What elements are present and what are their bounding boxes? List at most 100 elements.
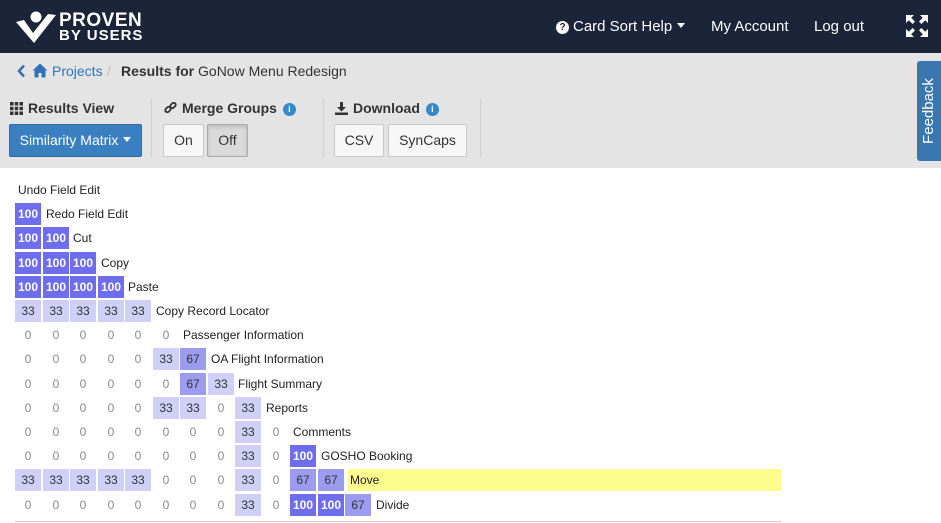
matrix-row-label[interactable]: OA Flight Information xyxy=(211,348,324,370)
matrix-row-label[interactable]: Copy Record Locator xyxy=(156,300,269,322)
matrix-cell: 33 xyxy=(15,469,41,491)
matrix-cell: 0 xyxy=(134,352,142,366)
matrix-cell: 67 xyxy=(180,348,206,370)
matrix-bottom-border xyxy=(15,521,781,522)
matrix-row-label[interactable]: Cut xyxy=(73,227,92,249)
matrix-cell: 0 xyxy=(272,425,280,439)
matrix-cell: 100 xyxy=(43,227,69,249)
matrix-cell: 0 xyxy=(189,473,197,487)
matrix-cell: 33 xyxy=(208,373,234,395)
merge-on-button[interactable]: On xyxy=(163,124,204,157)
matrix-row-label[interactable]: Copy xyxy=(101,252,129,274)
matrix-cell: 33 xyxy=(43,469,69,491)
download-csv-button[interactable]: CSV xyxy=(334,124,384,157)
home-icon[interactable] xyxy=(32,63,48,78)
matrix-cell: 67 xyxy=(345,494,371,516)
toolbar-divider xyxy=(480,99,481,157)
matrix-cell: 0 xyxy=(189,498,197,512)
matrix-cell: 33 xyxy=(43,300,69,322)
matrix-cell: 33 xyxy=(125,300,151,322)
matrix-cell: 0 xyxy=(79,498,87,512)
matrix-cell: 0 xyxy=(162,473,170,487)
info-icon[interactable]: i xyxy=(282,103,296,116)
matrix-cell: 100 xyxy=(15,252,41,274)
matrix-cell: 0 xyxy=(162,328,170,342)
matrix-cell: 0 xyxy=(79,449,87,463)
link-icon xyxy=(164,101,177,114)
matrix-cell: 100 xyxy=(43,276,69,298)
matrix-cell: 0 xyxy=(134,328,142,342)
download-heading: Download i xyxy=(335,100,439,116)
matrix-cell: 33 xyxy=(153,397,179,419)
merge-groups-label: Merge Groups xyxy=(182,100,277,116)
top-nav-bar: PROVEN BY USERS ? Card Sort Help My Accou… xyxy=(0,0,941,53)
download-syncaps-button[interactable]: SynCaps xyxy=(388,124,467,157)
matrix-cell: 0 xyxy=(162,449,170,463)
matrix-row-label[interactable]: GOSHO Booking xyxy=(321,445,412,467)
matrix-cell: 100 xyxy=(98,276,124,298)
breadcrumb-projects-link[interactable]: Projects xyxy=(52,63,103,79)
my-account-link[interactable]: My Account xyxy=(711,17,789,37)
matrix-cell: 0 xyxy=(134,425,142,439)
matrix-cell: 100 xyxy=(290,494,316,516)
info-icon[interactable]: i xyxy=(425,103,439,116)
results-for-label: Results for xyxy=(121,63,195,79)
matrix-cell: 33 xyxy=(153,348,179,370)
expand-icon[interactable] xyxy=(905,14,929,38)
matrix-cell: 33 xyxy=(180,397,206,419)
logo[interactable]: PROVEN BY USERS xyxy=(14,10,164,44)
matrix-cell: 0 xyxy=(79,401,87,415)
matrix-row-label[interactable]: Move xyxy=(348,469,781,491)
matrix-cell: 33 xyxy=(70,469,96,491)
matrix-row-label[interactable]: Passenger Information xyxy=(183,324,304,346)
card-sort-help-label: Card Sort Help xyxy=(573,18,673,35)
matrix-row-label[interactable]: Comments xyxy=(293,421,351,443)
matrix-cell: 0 xyxy=(217,473,225,487)
matrix-row-label[interactable]: Reports xyxy=(266,397,308,419)
matrix-cell: 33 xyxy=(235,494,261,516)
matrix-cell: 0 xyxy=(107,425,115,439)
matrix-cell: 0 xyxy=(134,401,142,415)
log-out-link[interactable]: Log out xyxy=(814,17,864,37)
matrix-cell: 0 xyxy=(107,498,115,512)
matrix-cell: 0 xyxy=(107,377,115,391)
feedback-tab[interactable]: Feedback xyxy=(917,61,941,161)
chevron-left-icon[interactable] xyxy=(16,64,26,78)
matrix-row-label[interactable]: Paste xyxy=(128,276,159,298)
matrix-cell: 0 xyxy=(24,425,32,439)
matrix-row-label[interactable]: Undo Field Edit xyxy=(18,179,100,201)
similarity-matrix: Undo Field Edit 100 Redo Field Edit 100 100 C… xyxy=(0,168,941,523)
matrix-cell: 0 xyxy=(217,449,225,463)
results-view-label: Results View xyxy=(28,100,115,116)
breadcrumb-separator: / xyxy=(107,63,111,79)
matrix-cell: 33 xyxy=(98,300,124,322)
matrix-cell: 100 xyxy=(318,494,344,516)
matrix-row-label[interactable]: Flight Summary xyxy=(238,373,322,395)
question-circle-icon: ? xyxy=(556,21,569,34)
matrix-cell: 0 xyxy=(134,377,142,391)
matrix-cell: 33 xyxy=(235,445,261,467)
matrix-row-label[interactable]: Redo Field Edit xyxy=(46,203,128,225)
matrix-cell: 100 xyxy=(15,227,41,249)
matrix-cell: 0 xyxy=(79,377,87,391)
matrix-cell: 0 xyxy=(79,425,87,439)
results-view-value: Similarity Matrix xyxy=(19,132,119,148)
matrix-cell: 0 xyxy=(52,449,60,463)
matrix-cell: 0 xyxy=(79,352,87,366)
results-view-dropdown[interactable]: Similarity Matrix xyxy=(9,124,142,157)
matrix-cell: 33 xyxy=(70,300,96,322)
matrix-row-label[interactable]: Divide xyxy=(376,494,409,516)
caret-down-icon xyxy=(677,23,686,28)
matrix-cell: 100 xyxy=(43,252,69,274)
matrix-cell: 0 xyxy=(52,401,60,415)
merge-off-button[interactable]: Off xyxy=(207,124,248,157)
matrix-cell: 33 xyxy=(235,469,261,491)
matrix-cell: 100 xyxy=(70,276,96,298)
toolbar-divider xyxy=(151,99,152,157)
breadcrumb-current: Results for GoNow Menu Redesign xyxy=(121,63,347,79)
logo-text-line2: BY USERS xyxy=(59,27,144,44)
merge-groups-heading: Merge Groups i xyxy=(164,100,296,116)
matrix-cell: 0 xyxy=(79,328,87,342)
card-sort-help-menu[interactable]: ? Card Sort Help xyxy=(556,17,686,37)
download-icon xyxy=(335,102,348,115)
